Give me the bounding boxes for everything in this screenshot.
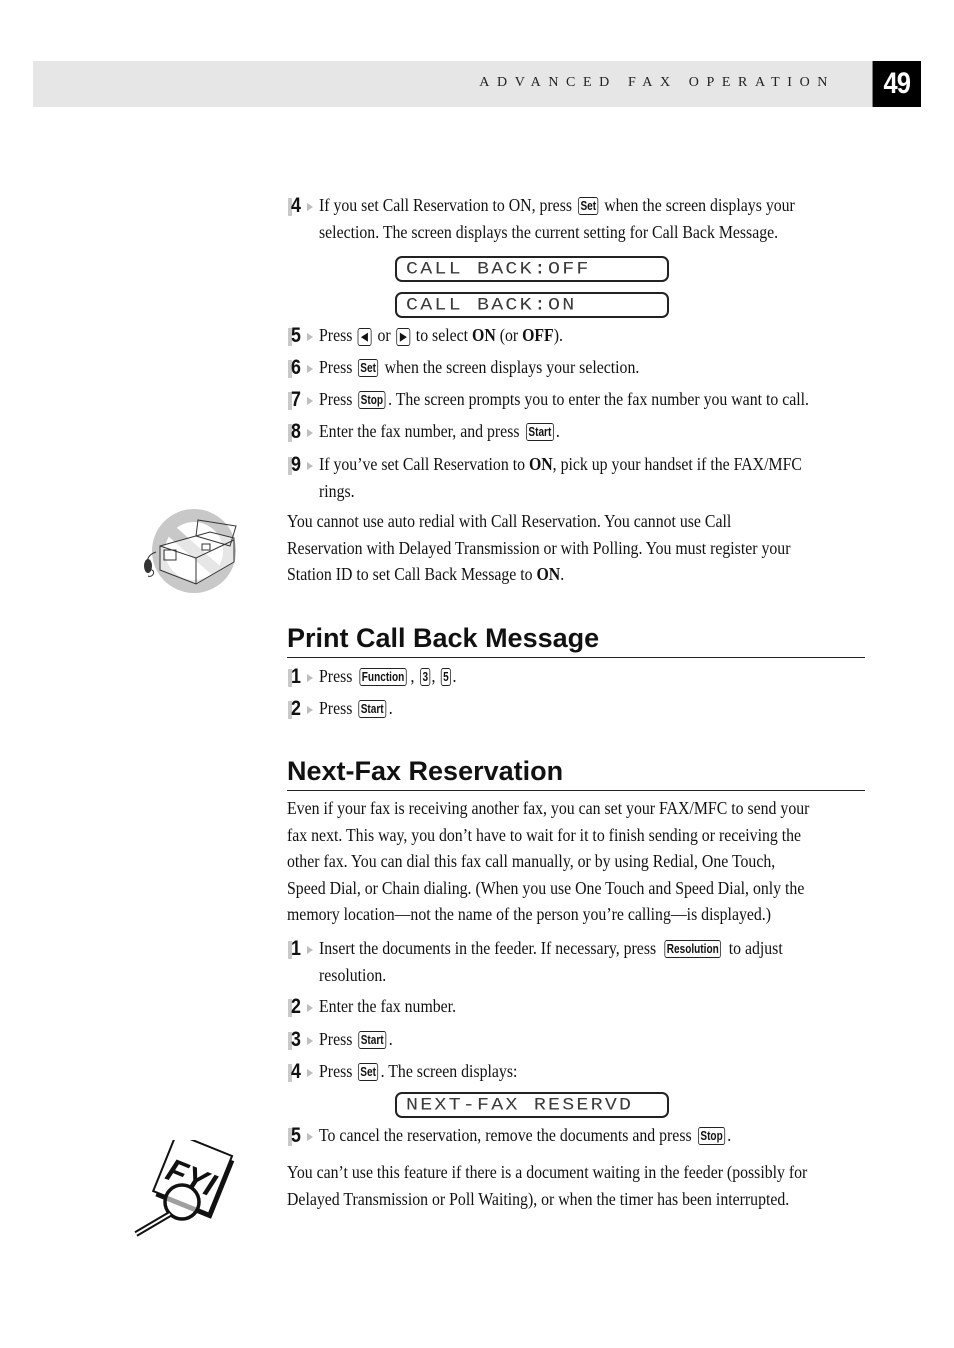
- step-number-marker: 5: [288, 1124, 313, 1147]
- step-arrow-icon: [307, 706, 313, 714]
- step-text: Press Start.: [319, 1029, 393, 1049]
- section-heading-print-call-back: Print Call Back Message: [287, 621, 865, 658]
- section-heading-next-fax: Next-Fax Reservation: [287, 754, 865, 791]
- step-number-marker: 1: [288, 937, 313, 960]
- step-arrow-icon: [307, 1069, 313, 1077]
- step-arrow-icon: [307, 429, 313, 437]
- step-text: Press Set when the screen displays your …: [319, 357, 640, 377]
- running-header: ADVANCED FAX OPERATION 49: [33, 61, 921, 107]
- step-text: Press Set. The screen displays:: [319, 1061, 518, 1081]
- step-text: Enter the fax number, and press Start.: [319, 421, 560, 441]
- section-title: ADVANCED FAX OPERATION: [479, 75, 835, 90]
- step-text: Press ◀ or ▶ to select ON (or OFF).: [319, 325, 563, 346]
- start-key-icon: Start: [525, 423, 554, 441]
- start-key-icon: Start: [358, 1031, 387, 1049]
- step-text: If you’ve set Call Reservation to ON, pi…: [319, 454, 802, 501]
- step-number-marker: 3: [288, 1028, 313, 1051]
- step-arrow-icon: [307, 333, 313, 341]
- step-number-marker: 4: [288, 194, 313, 217]
- lcd-display-on: CALL BACK:ON: [395, 292, 669, 318]
- step-arrow-icon: [307, 462, 313, 470]
- page-number: 49: [872, 61, 921, 107]
- step-arrow-icon: [307, 946, 313, 954]
- note-next-fax: You can’t use this feature if there is a…: [287, 1162, 808, 1209]
- step-text: Insert the documents in the feeder. If n…: [319, 938, 783, 985]
- step-arrow-icon: [307, 1004, 313, 1012]
- set-key-icon: Set: [358, 1063, 379, 1081]
- step-number-marker: 1: [288, 665, 313, 688]
- function-key-icon: Function: [359, 668, 407, 686]
- set-key-icon: Set: [358, 359, 379, 377]
- step-arrow-icon: [307, 674, 313, 682]
- step-text: To cancel the reservation, remove the do…: [319, 1125, 732, 1145]
- step-arrow-icon: [307, 365, 313, 373]
- stop-key-icon: Stop: [697, 1127, 725, 1145]
- step-number-marker: 2: [288, 995, 313, 1018]
- step-number-marker: 5: [288, 324, 313, 347]
- step-number-marker: 6: [288, 356, 313, 379]
- step-arrow-icon: [307, 1133, 313, 1141]
- set-key-icon: Set: [577, 197, 599, 215]
- resolution-key-icon: Resolution: [664, 940, 721, 958]
- step-text: Press Function, 3, 5.: [319, 666, 457, 686]
- step-text: If you set Call Reservation to ON, press…: [319, 195, 795, 242]
- step-text: Press Start.: [319, 698, 393, 718]
- step-number-marker: 7: [288, 388, 313, 411]
- step-number-marker: 9: [288, 453, 313, 476]
- left-arrow-key-icon: ◀: [357, 328, 372, 346]
- fyi-magnifier-icon: FYI: [130, 1132, 240, 1243]
- step-text: Press Stop. The screen prompts you to en…: [319, 389, 809, 409]
- lcd-display-next-fax: NEXT-FAX RESERVD: [395, 1092, 669, 1118]
- lcd-display-off: CALL BACK:OFF: [395, 256, 669, 282]
- step-number-marker: 4: [288, 1060, 313, 1083]
- stop-key-icon: Stop: [358, 391, 386, 409]
- number-5-key-icon: 5: [440, 668, 452, 686]
- number-3-key-icon: 3: [419, 668, 431, 686]
- step-text: Enter the fax number.: [319, 996, 457, 1016]
- step-number-marker: 8: [288, 420, 313, 443]
- right-arrow-key-icon: ▶: [396, 328, 411, 346]
- step-arrow-icon: [307, 1037, 313, 1045]
- start-key-icon: Start: [358, 700, 387, 718]
- fax-machine-prohibited-icon: [138, 506, 242, 601]
- next-fax-intro: Even if your fax is receiving another fa…: [287, 798, 810, 924]
- step-arrow-icon: [307, 203, 313, 211]
- note-call-reservation: You cannot use auto redial with Call Res…: [287, 511, 791, 584]
- step-number-marker: 2: [288, 697, 313, 720]
- step-arrow-icon: [307, 397, 313, 405]
